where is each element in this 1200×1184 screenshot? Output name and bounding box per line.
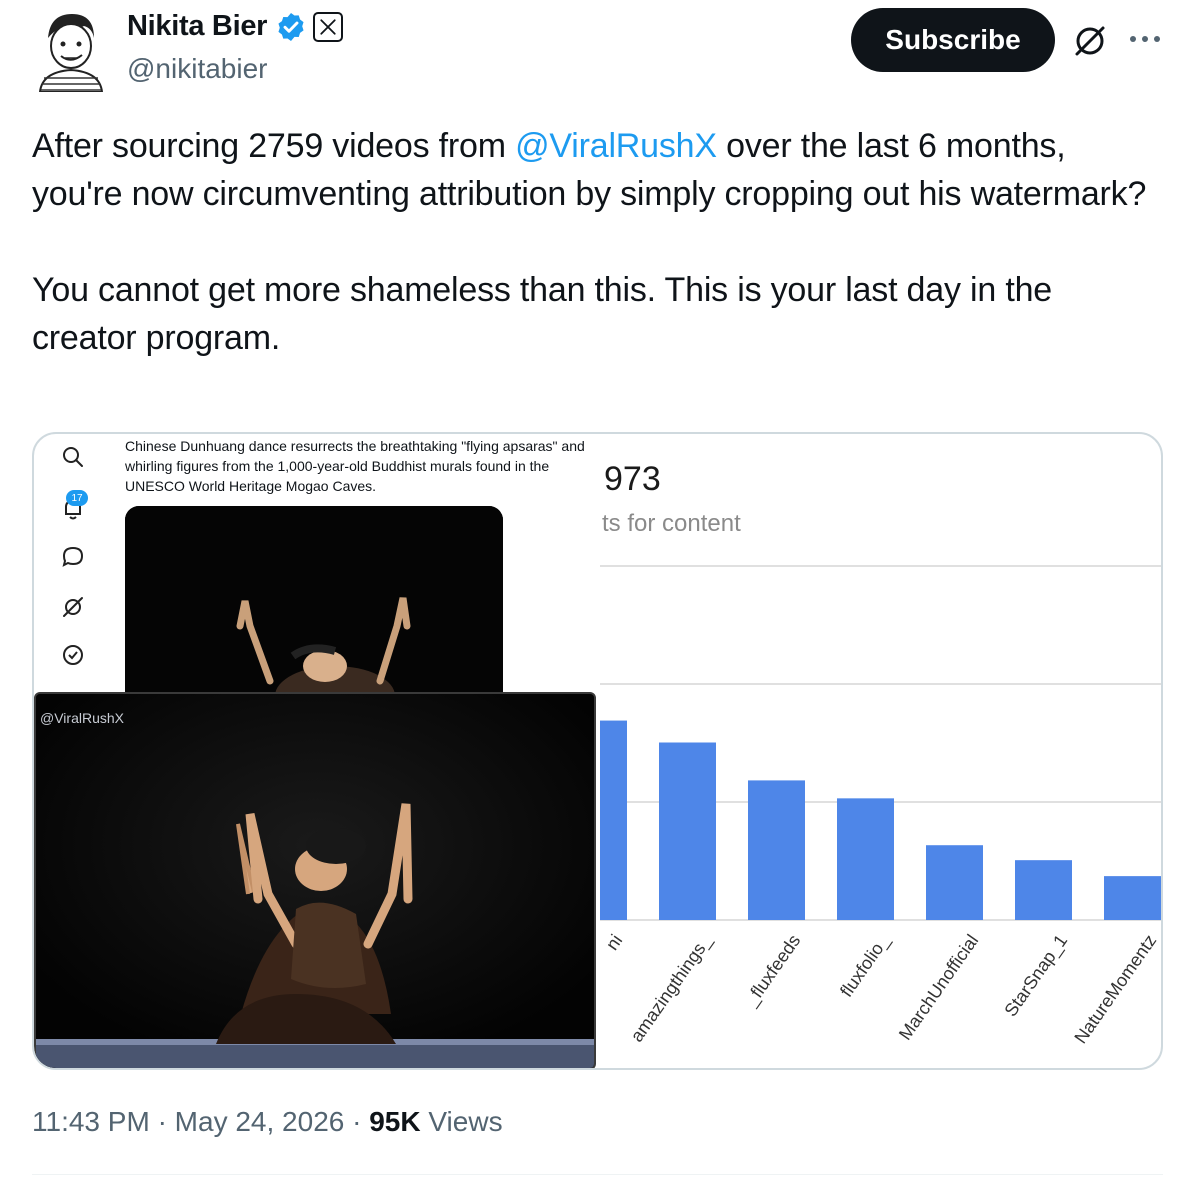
tweet-text-part: After sourcing 2759 videos from: [32, 127, 516, 165]
verified-outline-icon: [60, 642, 86, 668]
verified-icon[interactable]: [275, 11, 307, 43]
search-icon: [60, 444, 86, 470]
chart-category-label: _fluxfeeds: [740, 931, 805, 1011]
meta-separator: ·: [352, 1106, 362, 1137]
chart-bar-2: [659, 742, 716, 920]
mention-link[interactable]: @ViralRushX: [515, 127, 717, 165]
x-logo-icon[interactable]: [313, 11, 344, 42]
chart-category-label: ni: [602, 931, 626, 954]
notification-badge: 17: [66, 490, 88, 506]
grok-icon[interactable]: [1071, 22, 1109, 60]
tweet-paragraph-1: After sourcing 2759 videos from @ViralRu…: [32, 122, 1152, 218]
chart-bar-6: [1015, 860, 1072, 920]
author-handle[interactable]: @nikitabier: [127, 53, 267, 85]
cropped-video-thumbnail: [125, 506, 503, 706]
chart-category-label: StarSnap_1: [1000, 931, 1072, 1021]
views-label: Views: [428, 1106, 503, 1137]
tweet-time[interactable]: 11:43 PM: [32, 1106, 150, 1137]
chart-category-label: fluxfolio_: [836, 930, 895, 1001]
more-icon[interactable]: [1127, 30, 1163, 48]
chat-icon: [60, 544, 86, 570]
meta-separator: ·: [157, 1106, 167, 1137]
views-count: 95K: [369, 1106, 421, 1137]
author-avatar[interactable]: [32, 8, 110, 93]
grok-icon: [60, 594, 86, 620]
chart-bar-7: [1104, 876, 1161, 920]
analytics-subtitle: ts for content: [602, 510, 741, 537]
tweet-text: After sourcing 2759 videos from @ViralRu…: [32, 122, 1152, 362]
tweet-date[interactable]: May 24, 2026: [175, 1106, 345, 1137]
chart-category-label: MarchUnofficial: [895, 931, 982, 1044]
original-video-thumbnail: @ViralRushX: [34, 692, 596, 1068]
chart-category-label: NatureMomentz: [1070, 931, 1160, 1047]
video-caption: Chinese Dunhuang dance resurrects the br…: [125, 438, 585, 494]
chart-bar-3: [748, 780, 805, 920]
tweet-media[interactable]: 17 Chinese Dunhuang dance resurrects the…: [32, 432, 1163, 1070]
subscribe-button[interactable]: Subscribe: [851, 8, 1055, 72]
author-display-name[interactable]: Nikita Bier: [127, 10, 267, 43]
author-name-row: Nikita Bier: [127, 10, 344, 43]
divider: [32, 1174, 1163, 1175]
chart-bar-4: [837, 798, 894, 920]
chart-category-label: amazingthings_: [627, 930, 717, 1046]
chart-bar-1: [600, 720, 627, 920]
tweet-meta: 11:43 PM · May 24, 2026 · 95K Views: [32, 1106, 503, 1138]
creator-bar-chart: ni amazingthings_ _fluxfeeds fluxfolio_ Marc…: [600, 565, 1161, 1047]
chart-bar-5: [926, 845, 983, 920]
watermark-label: @ViralRushX: [40, 710, 124, 726]
tweet-paragraph-2: You cannot get more shameless than this.…: [32, 271, 1052, 357]
analytics-total: 973: [604, 460, 661, 498]
